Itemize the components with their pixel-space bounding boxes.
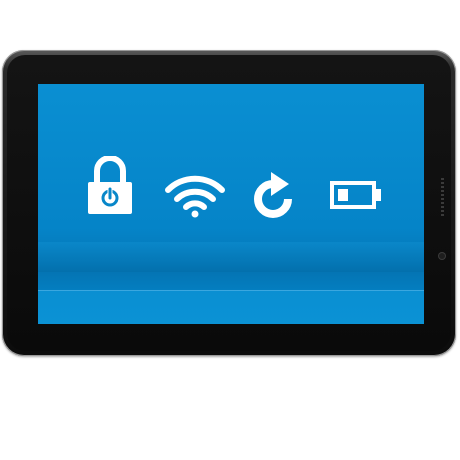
camera-icon — [439, 253, 445, 259]
refresh-icon[interactable] — [251, 171, 297, 219]
screen-band — [38, 242, 424, 272]
battery-icon — [330, 181, 382, 209]
wifi-icon[interactable] — [165, 174, 225, 218]
speaker-grille — [441, 178, 444, 220]
stage — [0, 0, 460, 460]
lock-power-icon[interactable] — [88, 156, 132, 214]
battery-level — [338, 189, 348, 201]
screen-bottom-bar — [38, 290, 424, 324]
